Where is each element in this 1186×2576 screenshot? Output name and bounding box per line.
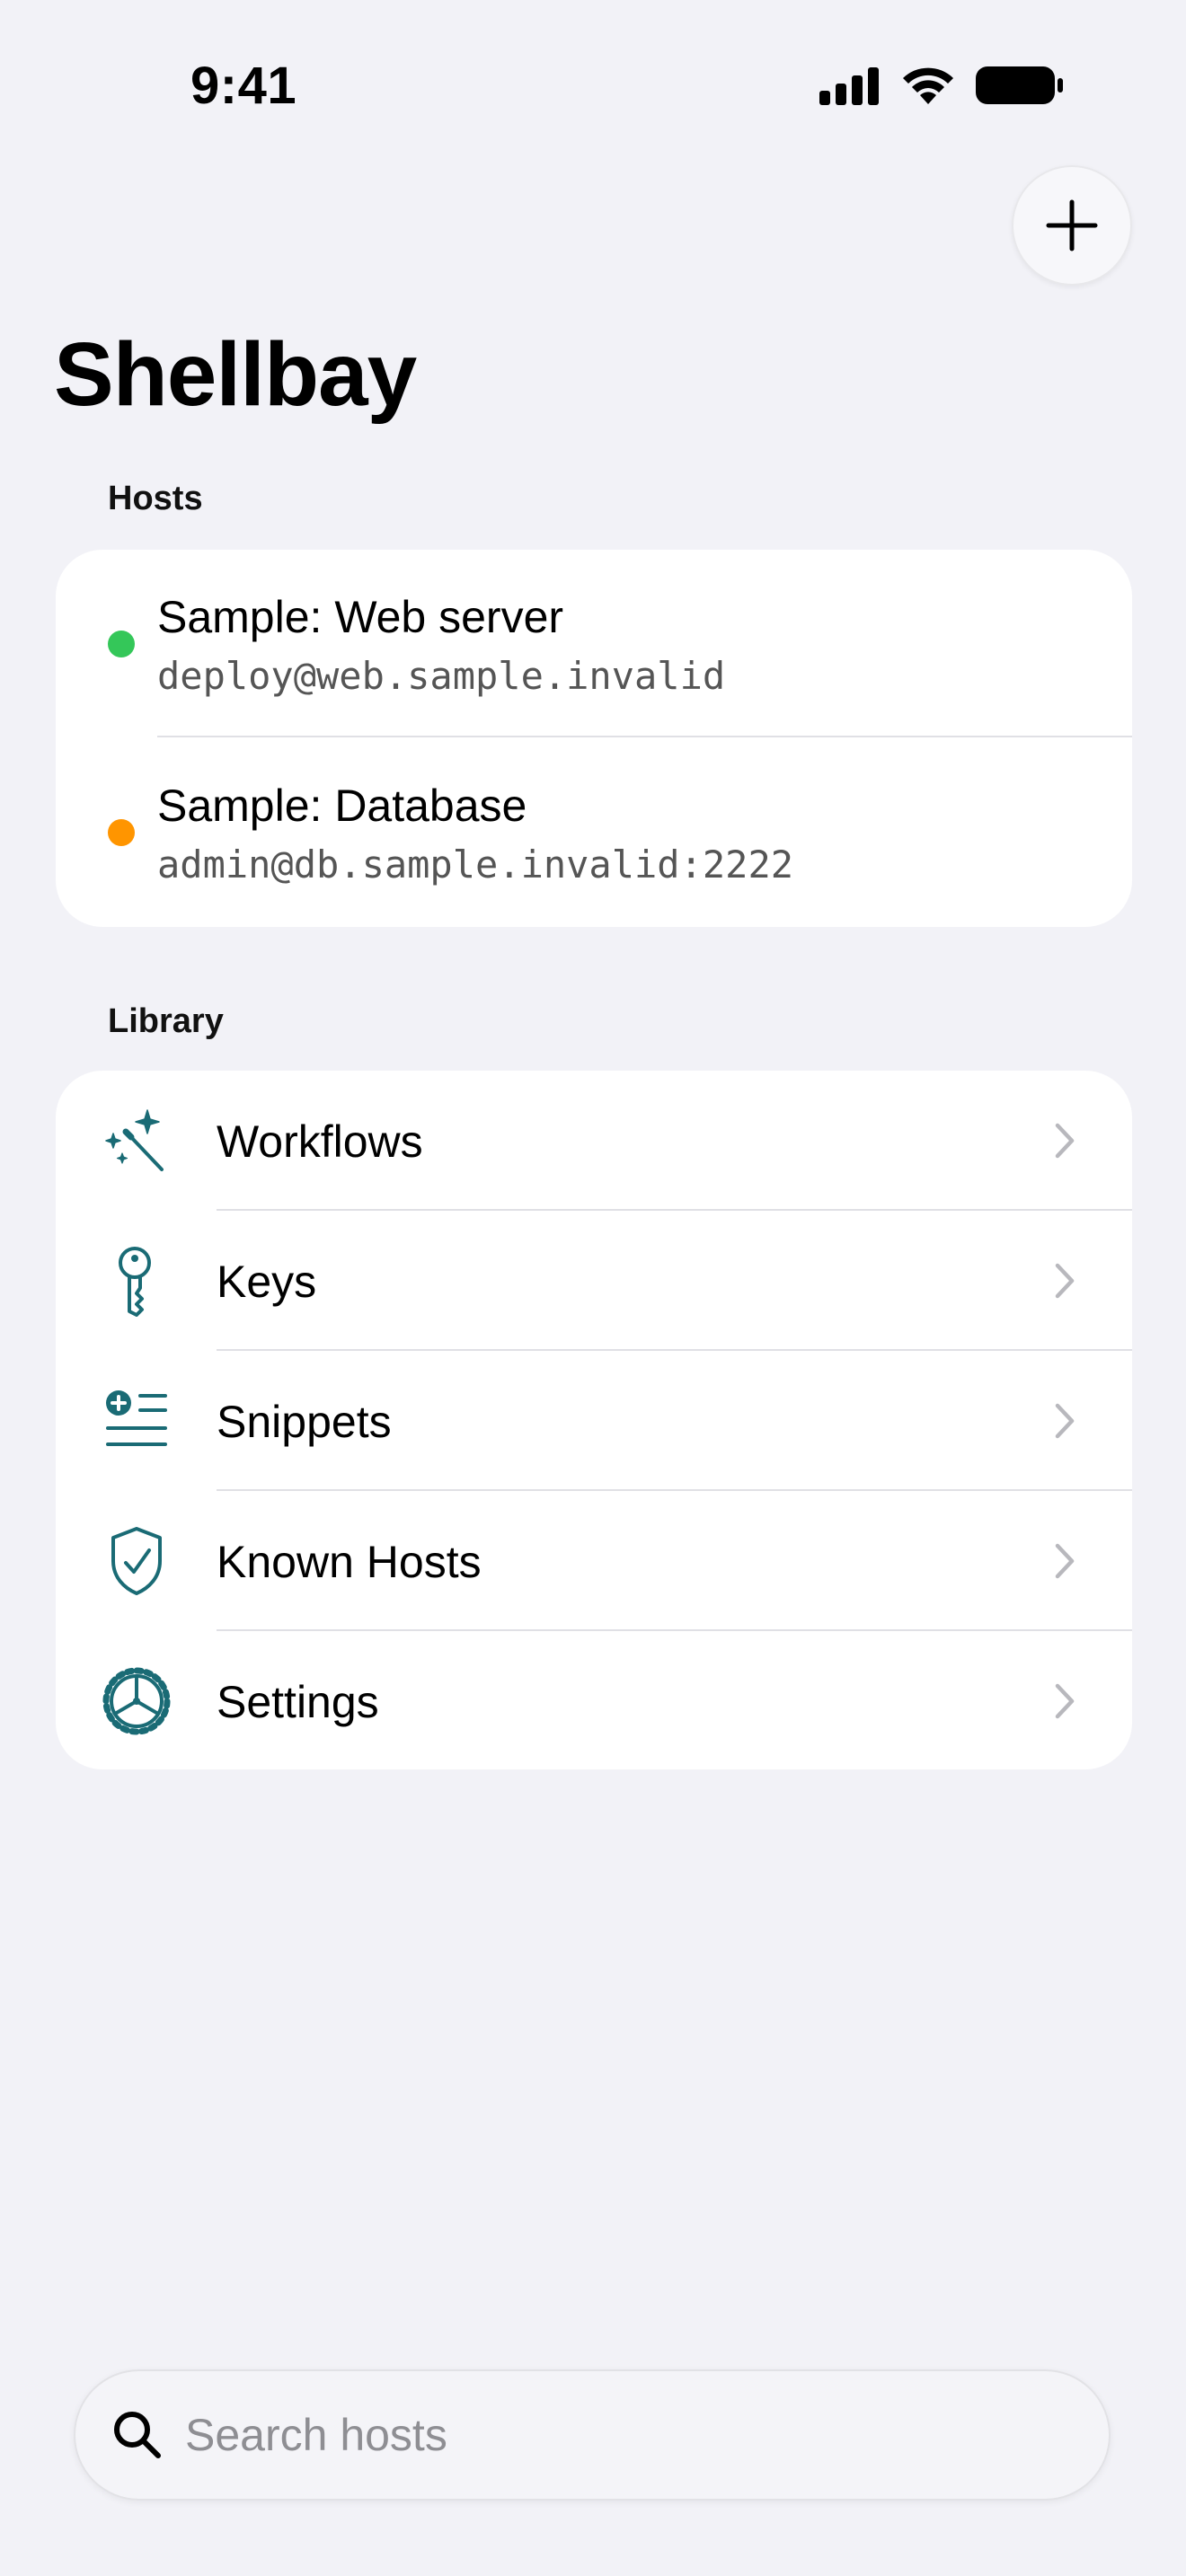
host-row[interactable]: Sample: Database admin@db.sample.invalid…	[56, 738, 1132, 927]
library-item-settings[interactable]: Settings	[56, 1631, 1132, 1769]
key-icon	[102, 1245, 171, 1317]
library-item-label: Workflows	[217, 1116, 423, 1167]
library-item-label: Known Hosts	[217, 1537, 482, 1587]
library-section-header: Library	[108, 1002, 224, 1040]
library-card: Workflows Keys Snippets Known Hosts Sett…	[56, 1071, 1132, 1769]
shield-check-icon	[102, 1525, 171, 1597]
wifi-icon	[900, 65, 956, 106]
page-title: Shellbay	[54, 324, 417, 425]
status-icons	[819, 65, 1064, 106]
library-item-keys[interactable]: Keys	[56, 1211, 1132, 1350]
host-address: deploy@web.sample.invalid	[157, 654, 726, 698]
library-item-workflows[interactable]: Workflows	[56, 1071, 1132, 1210]
gear-icon	[102, 1665, 171, 1737]
chevron-right-icon	[1053, 1121, 1076, 1160]
search-input[interactable]	[185, 2395, 1066, 2475]
library-item-known-hosts[interactable]: Known Hosts	[56, 1491, 1132, 1630]
status-time: 9:41	[190, 57, 297, 115]
search-icon	[111, 2409, 164, 2461]
library-item-label: Snippets	[217, 1397, 392, 1447]
battery-icon	[976, 65, 1064, 106]
hosts-card: Sample: Web server deploy@web.sample.inv…	[56, 550, 1132, 927]
host-row[interactable]: Sample: Web server deploy@web.sample.inv…	[56, 550, 1132, 738]
host-name: Sample: Database	[157, 781, 527, 831]
host-status-dot	[108, 631, 135, 657]
library-item-snippets[interactable]: Snippets	[56, 1351, 1132, 1490]
library-item-label: Settings	[217, 1677, 379, 1727]
host-status-dot	[108, 819, 135, 846]
cellular-signal-icon	[819, 66, 881, 105]
host-address: admin@db.sample.invalid:2222	[157, 842, 794, 887]
search-bar	[74, 2369, 1111, 2501]
host-name: Sample: Web server	[157, 592, 564, 642]
chevron-right-icon	[1053, 1261, 1076, 1301]
add-host-button[interactable]	[1012, 165, 1132, 286]
divider	[157, 736, 1132, 737]
library-item-label: Keys	[217, 1257, 317, 1307]
hosts-section-header: Hosts	[108, 480, 203, 517]
chevron-right-icon	[1053, 1401, 1076, 1441]
chevron-right-icon	[1053, 1681, 1076, 1721]
chevron-right-icon	[1053, 1541, 1076, 1581]
snippet-list-icon	[102, 1385, 171, 1457]
plus-icon	[1045, 198, 1099, 252]
status-bar: 9:41	[0, 0, 1186, 171]
magic-wand-icon	[102, 1105, 171, 1177]
